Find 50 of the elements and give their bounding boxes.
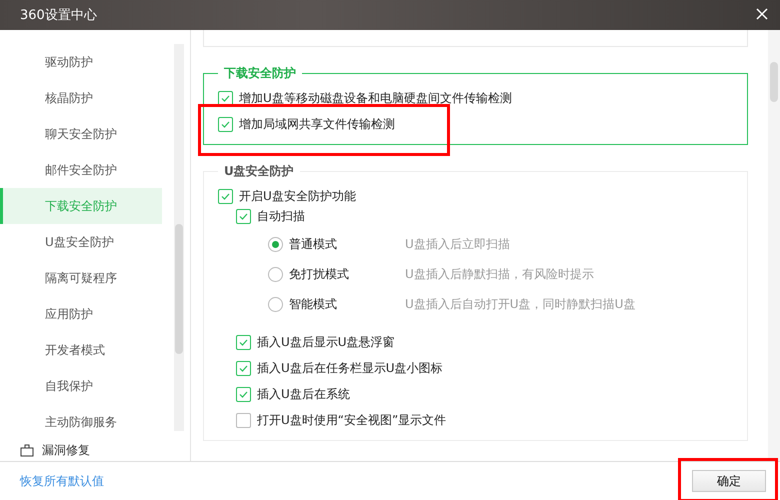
sidebar-item[interactable]: 主动防御服务 xyxy=(0,404,162,440)
check-icon xyxy=(221,192,230,200)
checkbox[interactable] xyxy=(236,412,251,428)
check-icon xyxy=(221,120,230,128)
check-icon xyxy=(239,364,248,372)
checkbox[interactable] xyxy=(236,334,251,350)
option-label: 插入U盘后显示U盘悬浮窗 xyxy=(257,334,395,350)
option-label: 开启U盘安全防护功能 xyxy=(239,188,356,204)
toolbox-icon xyxy=(20,444,34,457)
check-icon xyxy=(221,94,230,102)
sidebar-item[interactable]: 核晶防护 xyxy=(0,80,162,116)
option-label: 增加局域网共享文件传输检测 xyxy=(239,116,395,132)
radio-button[interactable] xyxy=(268,296,283,312)
window-title: 360设置中心 xyxy=(20,7,97,24)
checkbox[interactable] xyxy=(218,188,233,204)
sidebar-item[interactable]: 应用防护 xyxy=(0,296,162,332)
check-icon xyxy=(239,212,248,220)
mode-label: 智能模式 xyxy=(289,296,338,312)
radio-button[interactable] xyxy=(268,236,283,252)
mode-description: U盘插入后静默扫描，有风险时提示 xyxy=(405,266,594,282)
sidebar-item[interactable]: 聊天安全防护 xyxy=(0,116,162,152)
mode-description: U盘插入后自动打开U盘，同时静默扫描U盘 xyxy=(405,296,636,312)
option-label: 插入U盘后在系统 xyxy=(257,386,350,402)
sidebar-item[interactable]: 自我保护 xyxy=(0,368,162,404)
sidebar-item[interactable]: U盘安全防护 xyxy=(0,224,162,260)
sidebar-item[interactable]: 开发者模式 xyxy=(0,332,162,368)
ok-button[interactable]: 确定 xyxy=(692,470,766,492)
checkbox[interactable] xyxy=(236,386,251,402)
check-icon xyxy=(239,390,248,398)
option-label: 插入U盘后在任务栏显示U盘小图标 xyxy=(257,360,443,376)
mode-label: 免打扰模式 xyxy=(289,266,350,282)
mode-description: U盘插入后立即扫描 xyxy=(405,236,510,252)
scrollbar-thumb[interactable] xyxy=(175,224,183,354)
section-title: 下载安全防护 xyxy=(223,65,297,82)
sidebar-item[interactable]: 邮件安全防护 xyxy=(0,152,162,188)
option-label: 自动扫描 xyxy=(257,208,305,224)
checkbox[interactable] xyxy=(236,208,251,224)
scrollbar-thumb[interactable] xyxy=(770,62,778,102)
check-icon xyxy=(239,338,248,346)
checkbox[interactable] xyxy=(218,116,233,132)
sidebar-item[interactable]: 驱动防护 xyxy=(0,44,162,80)
checkbox[interactable] xyxy=(236,360,251,376)
sidebar-item[interactable]: 隔离可疑程序 xyxy=(0,260,162,296)
sidebar-group[interactable]: 漏洞修复 xyxy=(0,440,174,461)
option-label: 打开U盘时使用“安全视图”显示文件 xyxy=(257,412,446,428)
radio-button[interactable] xyxy=(268,266,283,282)
mode-label: 普通模式 xyxy=(289,236,338,252)
checkbox[interactable] xyxy=(218,90,233,106)
section-title: U盘安全防护 xyxy=(223,163,295,180)
option-label: 增加U盘等移动磁盘设备和电脑硬盘间文件传输检测 xyxy=(239,90,512,106)
